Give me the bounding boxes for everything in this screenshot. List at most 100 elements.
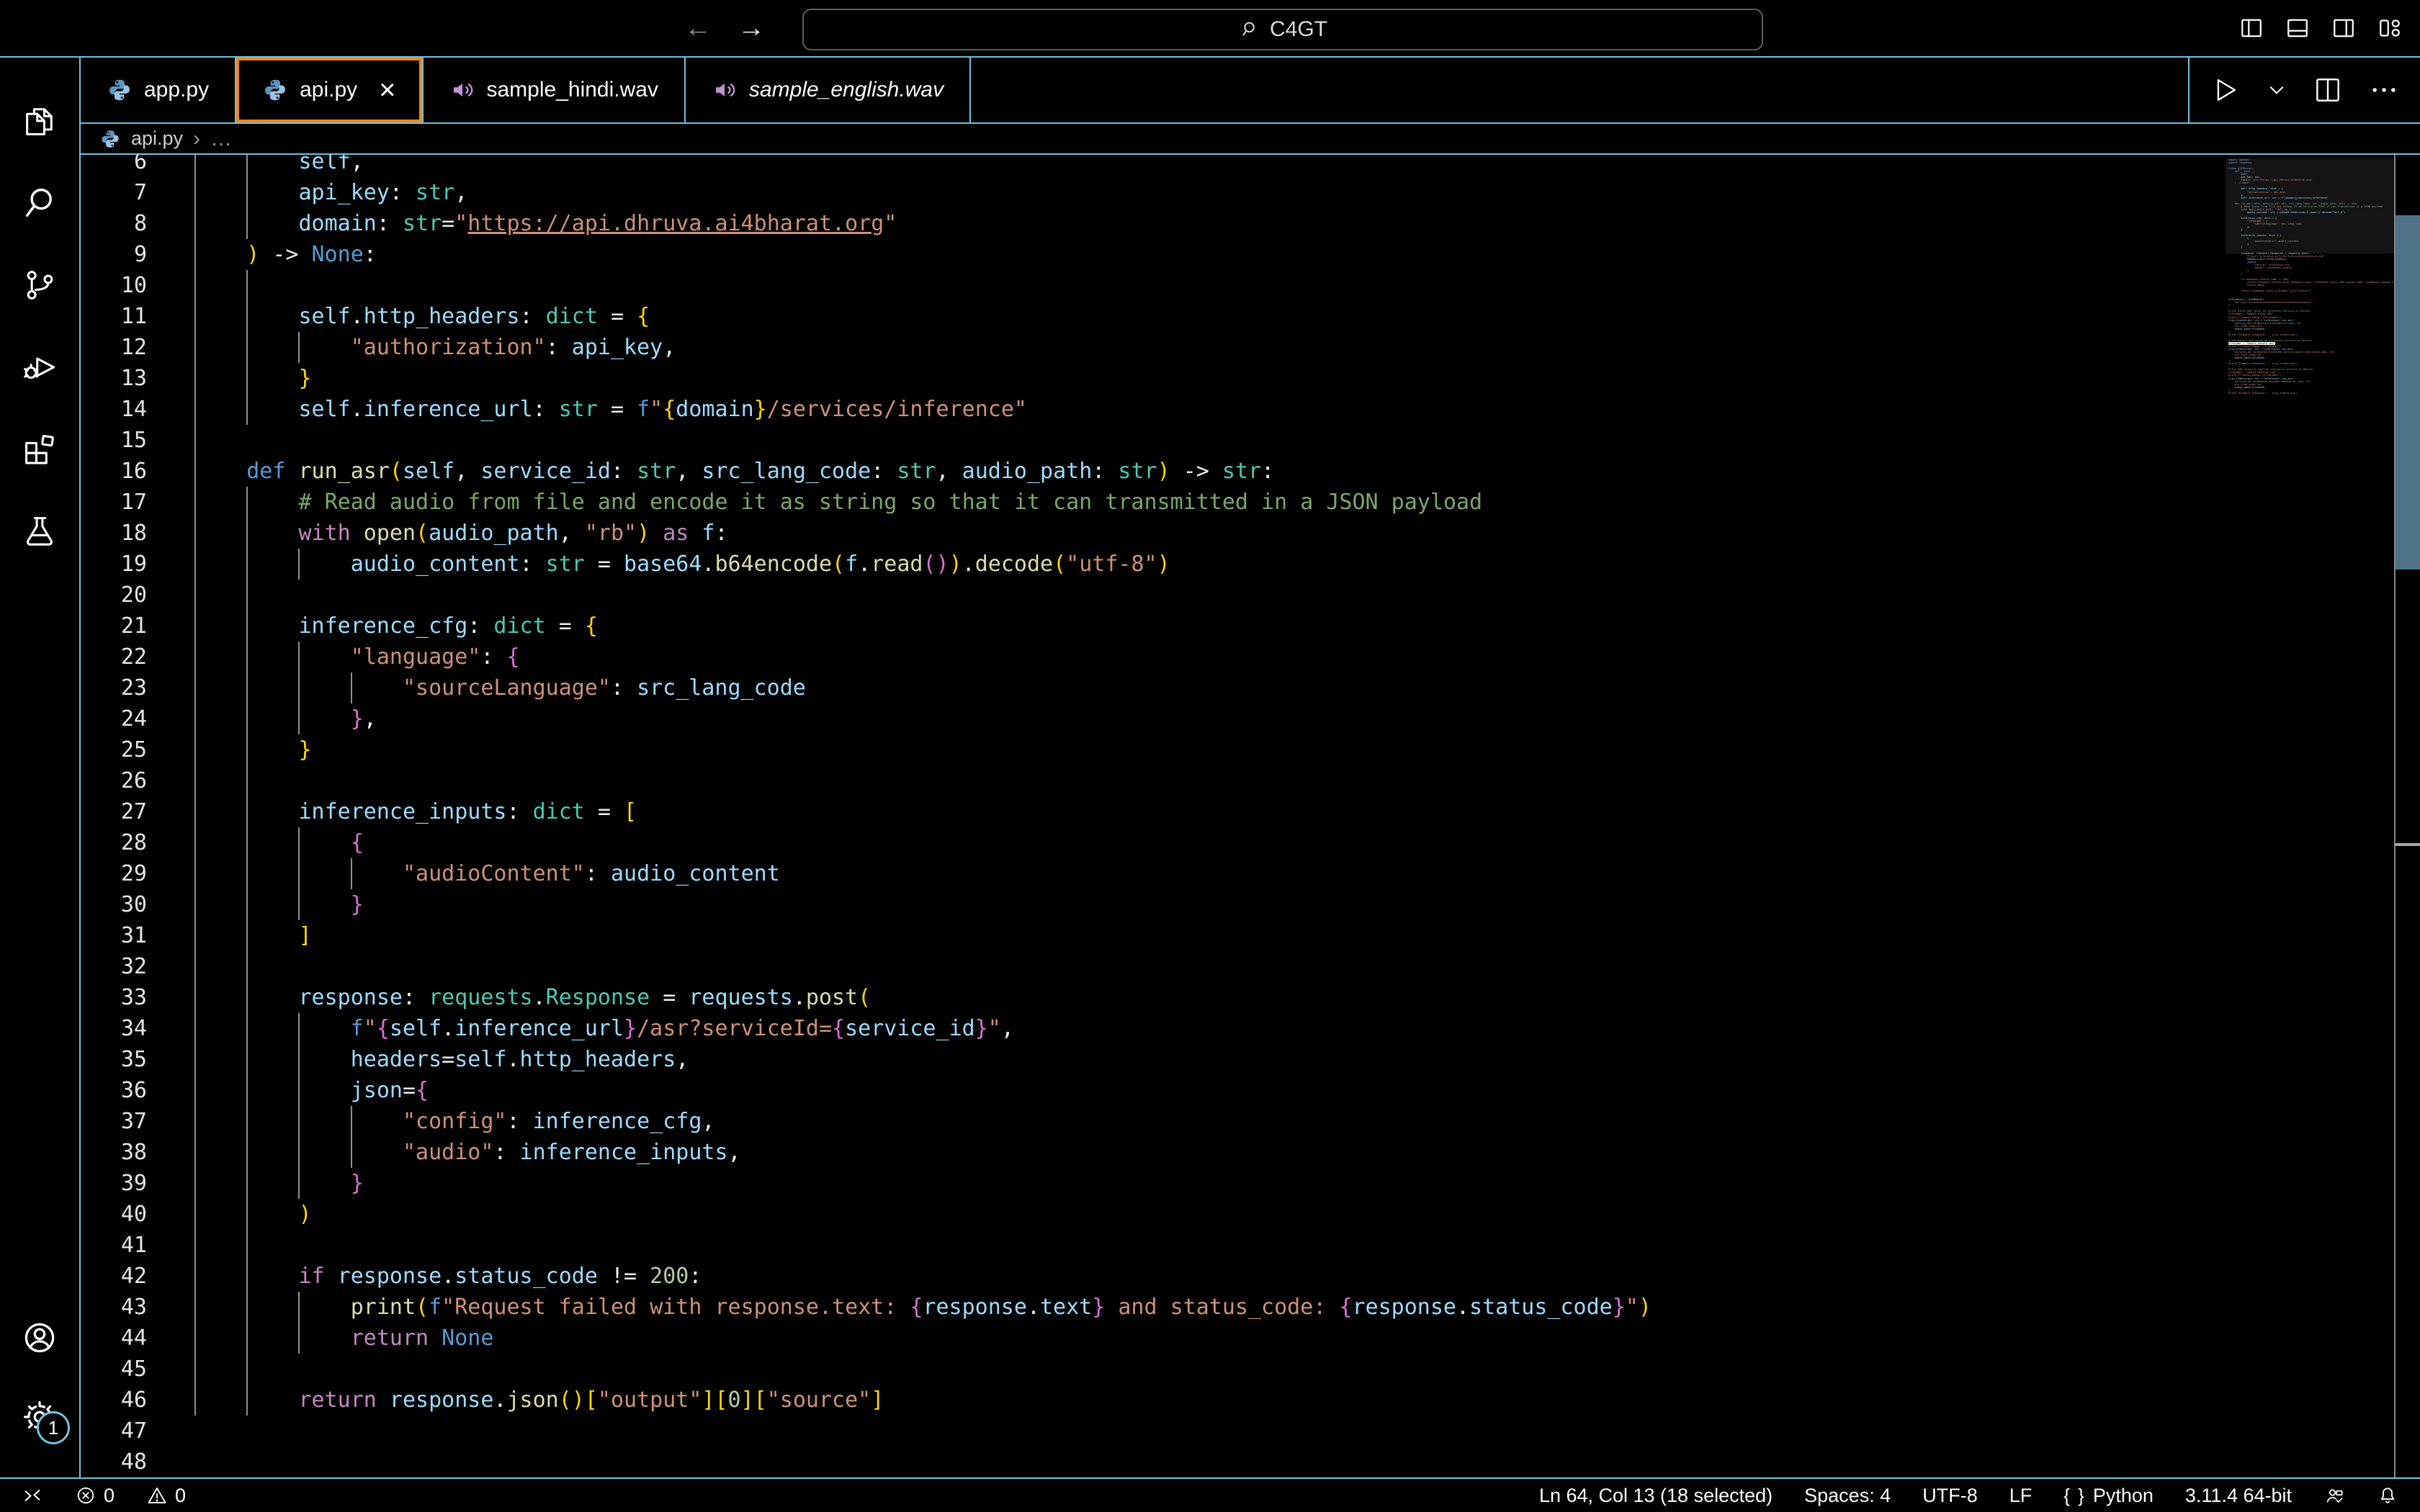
code-line[interactable]: 10 <box>81 270 2226 301</box>
language-mode[interactable]: { }Python <box>2063 1485 2154 1507</box>
line-number[interactable]: 47 <box>81 1416 194 1446</box>
code-line[interactable]: 45 <box>81 1354 2226 1385</box>
line-number[interactable]: 35 <box>81 1044 194 1075</box>
line-number[interactable]: 26 <box>81 765 194 796</box>
code-line[interactable]: 6self, <box>81 155 2226 177</box>
code-line[interactable]: 36json={ <box>81 1075 2226 1106</box>
feedback[interactable] <box>2323 1485 2345 1506</box>
eol-sequence[interactable]: LF <box>2009 1485 2033 1507</box>
navigate-forward-icon[interactable]: → <box>738 13 765 44</box>
errors[interactable]: 0 <box>75 1485 115 1507</box>
line-number[interactable]: 33 <box>81 982 194 1013</box>
tab-api.py[interactable]: api.py× <box>236 58 423 122</box>
line-number[interactable]: 6 <box>81 155 194 177</box>
cursor-position[interactable]: Ln 64, Col 13 (18 selected) <box>1539 1485 1773 1507</box>
line-number[interactable]: 29 <box>81 858 194 889</box>
run-dropdown-button[interactable] <box>2266 79 2287 101</box>
line-number[interactable]: 20 <box>81 580 194 611</box>
code-line[interactable]: 28{ <box>81 827 2226 858</box>
code-line[interactable]: 25} <box>81 734 2226 765</box>
line-number[interactable]: 34 <box>81 1013 194 1044</box>
line-number[interactable]: 7 <box>81 177 194 208</box>
encoding[interactable]: UTF-8 <box>1922 1485 1978 1507</box>
command-center-search[interactable]: C4GT <box>802 9 1763 50</box>
code-line[interactable]: 22"language": { <box>81 642 2226 672</box>
code-line[interactable]: 12"authorization": api_key, <box>81 332 2226 363</box>
line-number[interactable]: 23 <box>81 672 194 703</box>
code-line[interactable]: 46return response.json()["output"][0]["s… <box>81 1385 2226 1416</box>
navigate-back-icon[interactable]: ← <box>684 13 712 44</box>
code-line[interactable]: 8domain: str="https://api.dhruva.ai4bhar… <box>81 208 2226 239</box>
line-number[interactable]: 19 <box>81 549 194 580</box>
line-number[interactable]: 17 <box>81 487 194 518</box>
breadcrumb[interactable]: api.py › … <box>81 124 2420 155</box>
indentation[interactable]: Spaces: 4 <box>1804 1485 1891 1507</box>
settings-icon[interactable]: 1 <box>21 1398 58 1436</box>
line-number[interactable]: 13 <box>81 363 194 394</box>
toggle-secondary-sidebar-button[interactable] <box>2331 15 2357 41</box>
toggle-panel-button[interactable] <box>2285 15 2311 41</box>
scrollbar-thumb[interactable] <box>2396 215 2420 570</box>
code-line[interactable]: 40) <box>81 1199 2226 1230</box>
code-line[interactable]: 43print(f"Request failed with response.t… <box>81 1292 2226 1323</box>
line-number[interactable]: 12 <box>81 332 194 363</box>
toggle-primary-sidebar-button[interactable] <box>2238 15 2264 41</box>
code-line[interactable]: 35headers=self.http_headers, <box>81 1044 2226 1075</box>
code-line[interactable]: 32 <box>81 951 2226 982</box>
line-number[interactable]: 36 <box>81 1075 194 1106</box>
code-line[interactable]: 41 <box>81 1230 2226 1261</box>
line-number[interactable]: 15 <box>81 425 194 456</box>
tab-sample_hindi.wav[interactable]: sample_hindi.wav <box>424 58 686 122</box>
line-number[interactable]: 22 <box>81 642 194 672</box>
code-line[interactable]: 13} <box>81 363 2226 394</box>
line-number[interactable]: 14 <box>81 394 194 425</box>
search-icon[interactable] <box>21 184 58 222</box>
code-line[interactable]: 30} <box>81 889 2226 920</box>
remote-indicator[interactable] <box>22 1485 43 1506</box>
source-control-icon[interactable] <box>21 266 58 304</box>
line-number[interactable]: 9 <box>81 239 194 270</box>
close-icon[interactable]: × <box>379 76 395 104</box>
tab-sample_english.wav[interactable]: sample_english.wav <box>686 58 971 122</box>
line-number[interactable]: 45 <box>81 1354 194 1385</box>
code-line[interactable]: 42if response.status_code != 200: <box>81 1261 2226 1292</box>
line-number[interactable]: 21 <box>81 611 194 642</box>
run-python-file-button[interactable] <box>2210 74 2241 106</box>
code-line[interactable]: 11self.http_headers: dict = { <box>81 301 2226 332</box>
warnings[interactable]: 0 <box>146 1485 186 1507</box>
code-line[interactable]: 21inference_cfg: dict = { <box>81 611 2226 642</box>
code-line[interactable]: 37"config": inference_cfg, <box>81 1106 2226 1137</box>
line-number[interactable]: 10 <box>81 270 194 301</box>
line-number[interactable]: 25 <box>81 734 194 765</box>
code-line[interactable]: 39} <box>81 1168 2226 1199</box>
code-line[interactable]: 18with open(audio_path, "rb") as f: <box>81 518 2226 549</box>
line-number[interactable]: 24 <box>81 703 194 734</box>
code-line[interactable]: 17# Read audio from file and encode it a… <box>81 487 2226 518</box>
code-line[interactable]: 19audio_content: str = base64.b64encode(… <box>81 549 2226 580</box>
line-number[interactable]: 42 <box>81 1261 194 1292</box>
code-line[interactable]: 26 <box>81 765 2226 796</box>
split-editor-button[interactable] <box>2312 74 2344 106</box>
code-line[interactable]: 38"audio": inference_inputs, <box>81 1137 2226 1168</box>
line-number[interactable]: 40 <box>81 1199 194 1230</box>
line-number[interactable]: 27 <box>81 796 194 827</box>
code-line[interactable]: 16def run_asr(self, service_id: str, src… <box>81 456 2226 487</box>
code-line[interactable]: 33response: requests.Response = requests… <box>81 982 2226 1013</box>
line-number[interactable]: 11 <box>81 301 194 332</box>
line-number[interactable]: 8 <box>81 208 194 239</box>
code-line[interactable]: 48 <box>81 1446 2226 1477</box>
code-line[interactable]: 31] <box>81 920 2226 951</box>
line-number[interactable]: 18 <box>81 518 194 549</box>
accounts-icon[interactable] <box>21 1319 58 1356</box>
line-number[interactable]: 30 <box>81 889 194 920</box>
code-line[interactable]: 34f"{self.inference_url}/asr?serviceId={… <box>81 1013 2226 1044</box>
code-line[interactable]: 23"sourceLanguage": src_lang_code <box>81 672 2226 703</box>
line-number[interactable]: 37 <box>81 1106 194 1137</box>
code-line[interactable]: 15 <box>81 425 2226 456</box>
line-number[interactable]: 46 <box>81 1385 194 1416</box>
code-line[interactable]: 7api_key: str, <box>81 177 2226 208</box>
code-line[interactable]: 9) -> None: <box>81 239 2226 270</box>
code-line[interactable]: 27inference_inputs: dict = [ <box>81 796 2226 827</box>
line-number[interactable]: 31 <box>81 920 194 951</box>
code-line[interactable]: 47 <box>81 1416 2226 1446</box>
